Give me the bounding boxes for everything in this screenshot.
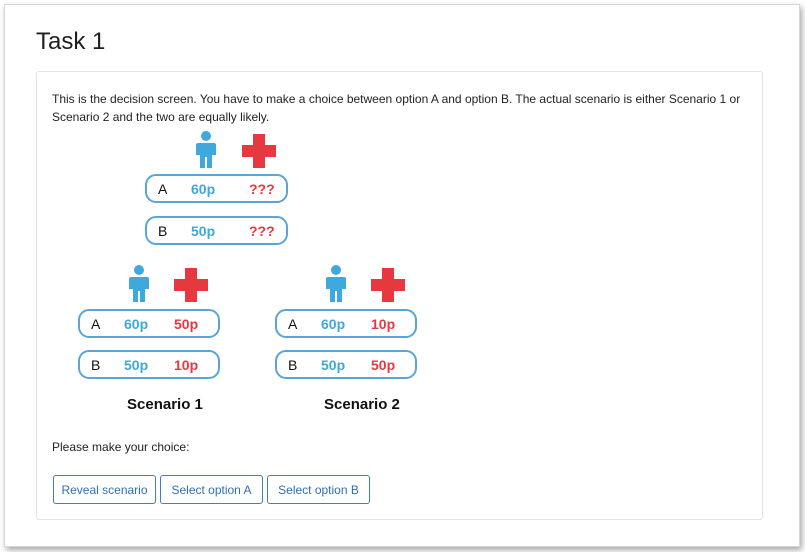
person-icon [326, 265, 346, 302]
row-blue-value: 50p [191, 223, 216, 239]
red-cross-icon [371, 268, 405, 302]
row-red-value: 10p [371, 316, 396, 332]
scenario1-label: Scenario 1 [127, 396, 203, 413]
red-cross-icon [174, 268, 208, 302]
scenario2-row-a: A 60p 10p [275, 309, 417, 338]
row-letter: A [158, 181, 168, 197]
decision-row-a: A 60p ??? [145, 174, 288, 203]
row-red-value: 50p [174, 316, 199, 332]
reveal-scenario-button[interactable]: Reveal scenario [53, 475, 156, 504]
person-icon [196, 131, 216, 168]
red-cross-icon [242, 134, 276, 168]
intro-text: This is the decision screen. You have to… [52, 92, 741, 124]
row-blue-value: 60p [191, 181, 216, 197]
scenario2-label: Scenario 2 [324, 396, 400, 413]
select-option-b-button[interactable]: Select option B [267, 475, 370, 504]
row-blue-value: 50p [321, 357, 346, 373]
row-letter: A [288, 316, 298, 332]
scenario2-row-b: B 50p 50p [275, 350, 417, 379]
row-red-value: 50p [371, 357, 396, 373]
row-red-value: ??? [249, 181, 275, 197]
scenario1-row-a: A 60p 50p [78, 309, 220, 338]
row-letter: B [158, 223, 168, 239]
scenario1-row-b: B 50p 10p [78, 350, 220, 379]
person-icon [129, 265, 149, 302]
select-option-a-button[interactable]: Select option A [160, 475, 263, 504]
row-blue-value: 60p [321, 316, 346, 332]
row-red-value: ??? [249, 223, 275, 239]
choice-prompt: Please make your choice: [52, 440, 190, 454]
row-blue-value: 60p [124, 316, 149, 332]
page-title: Task 1 [36, 28, 106, 55]
row-letter: A [91, 316, 101, 332]
decision-row-b: B 50p ??? [145, 216, 288, 245]
row-letter: B [91, 357, 101, 373]
row-red-value: 10p [174, 357, 199, 373]
row-blue-value: 50p [124, 357, 149, 373]
row-letter: B [288, 357, 298, 373]
